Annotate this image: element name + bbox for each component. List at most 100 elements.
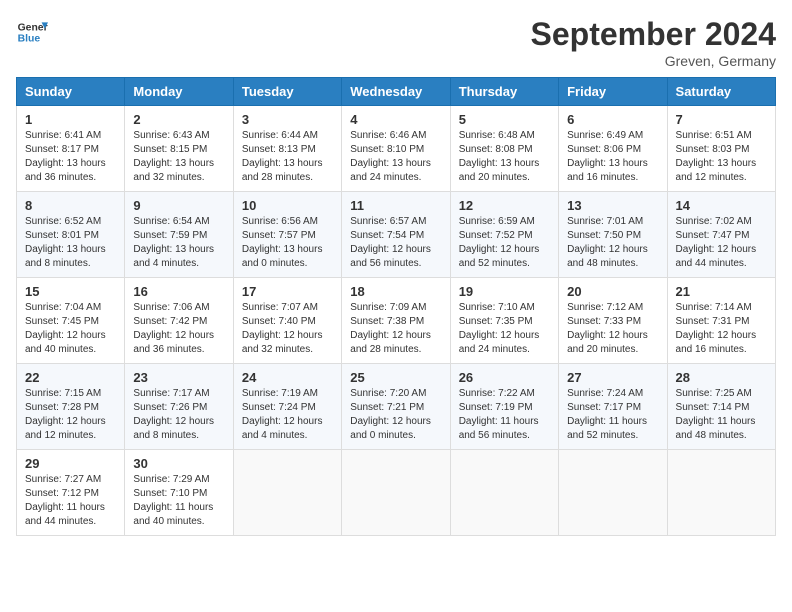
- col-header-sunday: Sunday: [17, 78, 125, 106]
- day-info: Sunrise: 6:56 AMSunset: 7:57 PMDaylight:…: [242, 215, 333, 271]
- day-number: 4: [350, 112, 441, 127]
- day-number: 6: [567, 112, 658, 127]
- week-row-2: 8 Sunrise: 6:52 AMSunset: 8:01 PMDaylight…: [17, 192, 776, 278]
- day-cell: 18Sunrise: 7:09 AMSunset: 7:38 PMDayligh…: [342, 278, 450, 364]
- day-number: 26: [459, 370, 550, 385]
- day-info: Sunrise: 6:43 AMSunset: 8:15 PMDaylight:…: [133, 129, 224, 185]
- day-cell: 13 Sunrise: 7:01 AMSunset: 7:50 PMDayligh…: [559, 192, 667, 278]
- day-number: 12: [459, 198, 550, 213]
- day-cell: 3 Sunrise: 6:44 AMSunset: 8:13 PMDaylight…: [233, 106, 341, 192]
- day-cell: 12 Sunrise: 6:59 AMSunset: 7:52 PMDayligh…: [450, 192, 558, 278]
- header-row: SundayMondayTuesdayWednesdayThursdayFrid…: [17, 78, 776, 106]
- day-cell: 27 Sunrise: 7:24 AMSunset: 7:17 PMDayligh…: [559, 364, 667, 450]
- col-header-saturday: Saturday: [667, 78, 775, 106]
- day-info: Sunrise: 7:19 AMSunset: 7:24 PMDaylight:…: [242, 387, 333, 443]
- day-number: 16: [133, 284, 224, 299]
- day-number: 3: [242, 112, 333, 127]
- day-number: 13: [567, 198, 658, 213]
- day-number: 28: [676, 370, 767, 385]
- day-info: Sunrise: 7:22 AMSunset: 7:19 PMDaylight:…: [459, 387, 550, 443]
- day-cell: 16 Sunrise: 7:06 AMSunset: 7:42 PMDayligh…: [125, 278, 233, 364]
- day-info: Sunrise: 6:48 AMSunset: 8:08 PMDaylight:…: [459, 129, 550, 185]
- day-info: Sunrise: 7:10 AMSunset: 7:35 PMDaylight:…: [459, 301, 550, 357]
- col-header-friday: Friday: [559, 78, 667, 106]
- day-info: Sunrise: 7:06 AMSunset: 7:42 PMDaylight:…: [133, 301, 224, 357]
- day-info: Sunrise: 7:20 AMSunset: 7:21 PMDaylight:…: [350, 387, 441, 443]
- day-info: Sunrise: 7:01 AMSunset: 7:50 PMDaylight:…: [567, 215, 658, 271]
- day-cell: 7 Sunrise: 6:51 AMSunset: 8:03 PMDaylight…: [667, 106, 775, 192]
- day-info: Sunrise: 7:07 AMSunset: 7:40 PMDaylight:…: [242, 301, 333, 357]
- day-number: 30: [133, 456, 224, 471]
- day-cell: 19 Sunrise: 7:10 AMSunset: 7:35 PMDayligh…: [450, 278, 558, 364]
- day-cell: [342, 450, 450, 536]
- day-number: 5: [459, 112, 550, 127]
- day-info: Sunrise: 6:52 AMSunset: 8:01 PMDaylight:…: [25, 215, 116, 271]
- day-cell: 11Sunrise: 6:57 AMSunset: 7:54 PMDayligh…: [342, 192, 450, 278]
- day-info: Sunrise: 7:14 AMSunset: 7:31 PMDaylight:…: [676, 301, 767, 357]
- day-cell: [667, 450, 775, 536]
- day-info: Sunrise: 7:02 AMSunset: 7:47 PMDaylight:…: [676, 215, 767, 271]
- day-info: Sunrise: 6:54 AMSunset: 7:59 PMDaylight:…: [133, 215, 224, 271]
- day-number: 18: [350, 284, 441, 299]
- day-cell: 30 Sunrise: 7:29 AMSunset: 7:10 PMDayligh…: [125, 450, 233, 536]
- location: Greven, Germany: [531, 53, 776, 69]
- day-number: 23: [133, 370, 224, 385]
- day-cell: [559, 450, 667, 536]
- day-info: Sunrise: 6:51 AMSunset: 8:03 PMDaylight:…: [676, 129, 767, 185]
- logo: General Blue: [16, 16, 48, 48]
- day-number: 9: [133, 198, 224, 213]
- day-number: 24: [242, 370, 333, 385]
- day-info: Sunrise: 7:12 AMSunset: 7:33 PMDaylight:…: [567, 301, 658, 357]
- day-info: Sunrise: 7:15 AMSunset: 7:28 PMDaylight:…: [25, 387, 116, 443]
- day-cell: 25 Sunrise: 7:20 AMSunset: 7:21 PMDayligh…: [342, 364, 450, 450]
- day-number: 11: [350, 198, 441, 213]
- day-cell: 22Sunrise: 7:15 AMSunset: 7:28 PMDayligh…: [17, 364, 125, 450]
- day-info: Sunrise: 6:49 AMSunset: 8:06 PMDaylight:…: [567, 129, 658, 185]
- day-number: 19: [459, 284, 550, 299]
- day-cell: 28 Sunrise: 7:25 AMSunset: 7:14 PMDayligh…: [667, 364, 775, 450]
- day-cell: 8 Sunrise: 6:52 AMSunset: 8:01 PMDaylight…: [17, 192, 125, 278]
- day-info: Sunrise: 7:24 AMSunset: 7:17 PMDaylight:…: [567, 387, 658, 443]
- day-number: 20: [567, 284, 658, 299]
- day-info: Sunrise: 7:29 AMSunset: 7:10 PMDaylight:…: [133, 473, 224, 529]
- day-info: Sunrise: 7:27 AMSunset: 7:12 PMDaylight:…: [25, 473, 116, 529]
- day-cell: 15Sunrise: 7:04 AMSunset: 7:45 PMDayligh…: [17, 278, 125, 364]
- day-number: 27: [567, 370, 658, 385]
- day-number: 25: [350, 370, 441, 385]
- week-row-1: 1 Sunrise: 6:41 AMSunset: 8:17 PMDaylight…: [17, 106, 776, 192]
- day-cell: 9 Sunrise: 6:54 AMSunset: 7:59 PMDaylight…: [125, 192, 233, 278]
- title-block: September 2024 Greven, Germany: [531, 16, 776, 69]
- day-info: Sunrise: 7:17 AMSunset: 7:26 PMDaylight:…: [133, 387, 224, 443]
- day-number: 1: [25, 112, 116, 127]
- day-cell: 21 Sunrise: 7:14 AMSunset: 7:31 PMDayligh…: [667, 278, 775, 364]
- calendar-table: SundayMondayTuesdayWednesdayThursdayFrid…: [16, 77, 776, 536]
- day-number: 7: [676, 112, 767, 127]
- day-cell: 17 Sunrise: 7:07 AMSunset: 7:40 PMDayligh…: [233, 278, 341, 364]
- day-number: 29: [25, 456, 116, 471]
- day-info: Sunrise: 6:41 AMSunset: 8:17 PMDaylight:…: [25, 129, 116, 185]
- day-info: Sunrise: 7:25 AMSunset: 7:14 PMDaylight:…: [676, 387, 767, 443]
- day-number: 21: [676, 284, 767, 299]
- day-number: 17: [242, 284, 333, 299]
- day-cell: 10Sunrise: 6:56 AMSunset: 7:57 PMDayligh…: [233, 192, 341, 278]
- week-row-3: 15Sunrise: 7:04 AMSunset: 7:45 PMDayligh…: [17, 278, 776, 364]
- day-cell: 5 Sunrise: 6:48 AMSunset: 8:08 PMDaylight…: [450, 106, 558, 192]
- day-number: 8: [25, 198, 116, 213]
- day-cell: 4Sunrise: 6:46 AMSunset: 8:10 PMDaylight…: [342, 106, 450, 192]
- day-cell: 26 Sunrise: 7:22 AMSunset: 7:19 PMDayligh…: [450, 364, 558, 450]
- day-cell: 20 Sunrise: 7:12 AMSunset: 7:33 PMDayligh…: [559, 278, 667, 364]
- col-header-tuesday: Tuesday: [233, 78, 341, 106]
- month-title: September 2024: [531, 16, 776, 53]
- logo-icon: General Blue: [16, 16, 48, 48]
- day-info: Sunrise: 6:44 AMSunset: 8:13 PMDaylight:…: [242, 129, 333, 185]
- col-header-monday: Monday: [125, 78, 233, 106]
- day-cell: 23 Sunrise: 7:17 AMSunset: 7:26 PMDayligh…: [125, 364, 233, 450]
- day-cell: 14 Sunrise: 7:02 AMSunset: 7:47 PMDayligh…: [667, 192, 775, 278]
- day-cell: [450, 450, 558, 536]
- col-header-wednesday: Wednesday: [342, 78, 450, 106]
- day-cell: [233, 450, 341, 536]
- week-row-4: 22Sunrise: 7:15 AMSunset: 7:28 PMDayligh…: [17, 364, 776, 450]
- day-info: Sunrise: 6:59 AMSunset: 7:52 PMDaylight:…: [459, 215, 550, 271]
- day-info: Sunrise: 7:04 AMSunset: 7:45 PMDaylight:…: [25, 301, 116, 357]
- day-number: 14: [676, 198, 767, 213]
